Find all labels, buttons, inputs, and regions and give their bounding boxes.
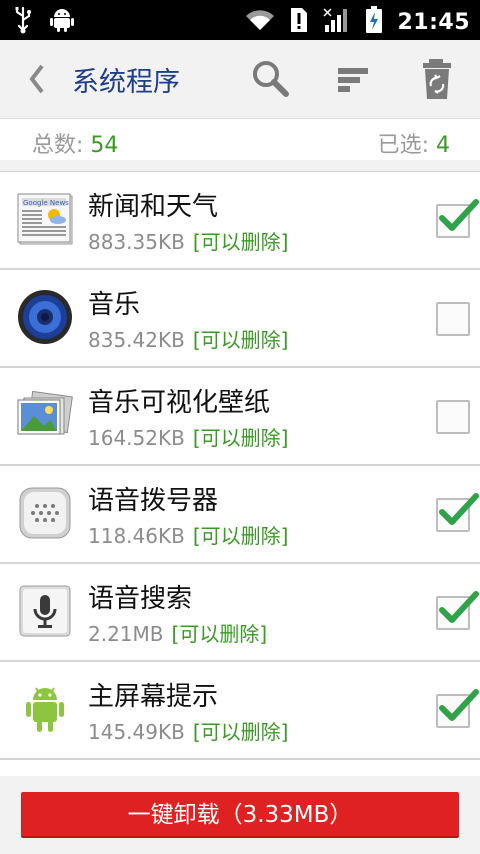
microphone-icon bbox=[16, 582, 74, 640]
list-top-divider bbox=[0, 160, 480, 172]
recycle-bin-icon[interactable] bbox=[416, 58, 458, 100]
list-item[interactable]: 语音搜索 2.21MB [可以删除] bbox=[0, 564, 480, 662]
usb-icon bbox=[14, 6, 32, 38]
list-item[interactable]: 语音拨号器 118.46KB [可以删除] bbox=[0, 466, 480, 564]
status-bar: 21:45 bbox=[0, 0, 480, 40]
app-name: 新闻和天气 bbox=[88, 192, 219, 222]
speaker-icon bbox=[16, 288, 74, 346]
total-count: 总数: 54 bbox=[32, 127, 118, 159]
selected-label: 已选: bbox=[377, 133, 436, 158]
app-list: Google News 新闻和天气 883.35KB [可以删除] 音乐 835.… bbox=[0, 172, 480, 760]
removable-tag: [可以删除] bbox=[171, 622, 268, 646]
removable-tag: [可以删除] bbox=[192, 524, 289, 548]
check-icon bbox=[436, 198, 480, 238]
clock: 21:45 bbox=[397, 9, 470, 35]
list-item[interactable]: 音乐可视化壁纸 164.52KB [可以删除] bbox=[0, 368, 480, 466]
selected-value: 4 bbox=[436, 133, 450, 158]
app-name: 音乐可视化壁纸 bbox=[88, 388, 271, 418]
app-size-line: 2.21MB [可以删除] bbox=[88, 618, 267, 647]
app-name: 语音搜索 bbox=[88, 584, 193, 614]
android-robot-icon bbox=[16, 680, 74, 738]
app-size-line: 164.52KB [可以删除] bbox=[88, 422, 288, 451]
notice-icon bbox=[289, 7, 309, 37]
app-size: 145.49KB bbox=[88, 720, 185, 744]
total-value: 54 bbox=[90, 133, 119, 158]
app-size: 118.46KB bbox=[88, 524, 185, 548]
app-name: 音乐 bbox=[88, 290, 141, 320]
sort-icon[interactable] bbox=[334, 58, 376, 100]
selected-count: 已选: 4 bbox=[378, 127, 450, 159]
signal-icon bbox=[323, 7, 351, 37]
app-size-line: 835.42KB [可以删除] bbox=[88, 324, 288, 353]
app-size-line: 118.46KB [可以删除] bbox=[88, 520, 288, 549]
page-title: 系统程序 bbox=[72, 67, 180, 98]
app-size: 164.52KB bbox=[88, 426, 185, 450]
wifi-icon bbox=[245, 8, 275, 36]
search-icon[interactable] bbox=[250, 58, 292, 100]
removable-tag: [可以删除] bbox=[192, 720, 289, 744]
bottom-bar: 一键卸载（3.33MB） bbox=[0, 776, 480, 854]
check-icon bbox=[436, 590, 480, 630]
app-size: 835.42KB bbox=[88, 328, 185, 352]
gallery-photos-icon bbox=[16, 386, 74, 444]
battery-charging-icon bbox=[365, 6, 383, 38]
app-name: 语音拨号器 bbox=[88, 486, 219, 516]
one-click-uninstall-button[interactable]: 一键卸载（3.33MB） bbox=[21, 792, 459, 838]
app-size-line: 145.49KB [可以删除] bbox=[88, 716, 288, 745]
list-item[interactable]: Google News 新闻和天气 883.35KB [可以删除] bbox=[0, 172, 480, 270]
select-checkbox[interactable] bbox=[436, 400, 470, 434]
list-item[interactable]: 主屏幕提示 145.49KB [可以删除] bbox=[0, 662, 480, 760]
android-debug-icon bbox=[50, 7, 74, 37]
count-bar: 总数: 54 已选: 4 bbox=[0, 118, 480, 160]
app-name: 主屏幕提示 bbox=[88, 682, 219, 712]
voice-dialer-icon bbox=[16, 484, 74, 542]
total-label: 总数: bbox=[32, 133, 91, 158]
removable-tag: [可以删除] bbox=[192, 230, 289, 254]
removable-tag: [可以删除] bbox=[192, 426, 289, 450]
app-size: 2.21MB bbox=[88, 622, 164, 646]
back-chevron-icon[interactable] bbox=[22, 60, 52, 98]
check-icon bbox=[436, 688, 480, 728]
google-news-icon: Google News bbox=[16, 190, 74, 248]
svg-text:Google News: Google News bbox=[23, 199, 69, 207]
check-icon bbox=[436, 492, 480, 532]
select-checkbox[interactable] bbox=[436, 302, 470, 336]
app-size-line: 883.35KB [可以删除] bbox=[88, 226, 288, 255]
app-size: 883.35KB bbox=[88, 230, 185, 254]
action-bar: 系统程序 bbox=[0, 40, 480, 118]
removable-tag: [可以删除] bbox=[192, 328, 289, 352]
list-item[interactable]: 音乐 835.42KB [可以删除] bbox=[0, 270, 480, 368]
